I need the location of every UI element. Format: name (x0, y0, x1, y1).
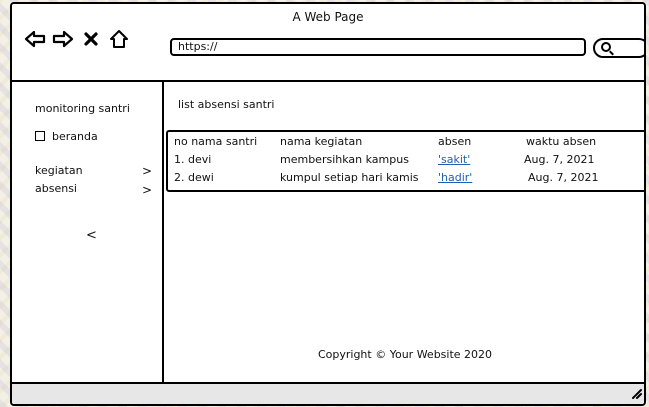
window-title: A Web Page (292, 10, 364, 24)
table-cell-name: 1. devi (174, 153, 212, 166)
table-cell-time: Aug. 7, 2021 (528, 171, 599, 184)
sidebar-item-label: beranda (52, 130, 98, 143)
column-header-status: absen (438, 135, 472, 148)
sidebar-title: monitoring santri (35, 102, 130, 115)
collapse-sidebar-button[interactable]: < (86, 228, 97, 243)
nav-controls (24, 28, 130, 50)
browser-toolbar: A Web Page https:// (12, 4, 644, 82)
address-bar[interactable]: https:// (170, 38, 586, 56)
resize-grip-icon[interactable] (630, 387, 642, 402)
forward-arrow-icon[interactable] (52, 28, 74, 50)
back-arrow-icon[interactable] (24, 28, 46, 50)
status-link[interactable]: 'sakit' (438, 153, 470, 166)
table-cell-activity: kumpul setiap hari kamis (280, 171, 419, 184)
sidebar-item-kegiatan[interactable]: kegiatan (35, 164, 83, 177)
page-title: list absensi santri (178, 98, 275, 111)
table-cell-time: Aug. 7, 2021 (524, 153, 595, 166)
sidebar-item-beranda[interactable]: beranda (35, 130, 98, 143)
chevron-right-icon[interactable]: > (142, 183, 152, 197)
table-cell-activity: membersihkan kampus (280, 153, 409, 166)
table-cell-name: 2. dewi (174, 171, 214, 184)
sidebar-item-label: kegiatan (35, 164, 83, 177)
column-header-name: no nama santri (174, 135, 258, 148)
status-bar (12, 382, 644, 404)
close-icon[interactable] (80, 28, 102, 50)
sidebar-item-absensi[interactable]: absensi (35, 182, 77, 195)
sidebar: monitoring santri beranda kegiatan > abs… (12, 82, 164, 386)
main-content: list absensi santri no nama santri nama … (166, 82, 644, 382)
attendance-table: no nama santri nama kegiatan absen waktu… (166, 130, 644, 192)
home-icon[interactable] (108, 28, 130, 50)
browser-window: A Web Page https:// monitoring santri be… (10, 2, 646, 406)
sidebar-item-label: absensi (35, 182, 77, 195)
footer-copyright: Copyright © Your Website 2020 (317, 348, 493, 361)
checkbox-icon[interactable] (35, 131, 45, 141)
column-header-time: waktu absen (526, 135, 597, 148)
search-box[interactable] (593, 38, 644, 58)
status-link[interactable]: 'hadir' (438, 171, 472, 184)
chevron-right-icon[interactable]: > (142, 164, 152, 178)
column-header-activity: nama kegiatan (280, 135, 363, 148)
search-icon (601, 42, 611, 52)
